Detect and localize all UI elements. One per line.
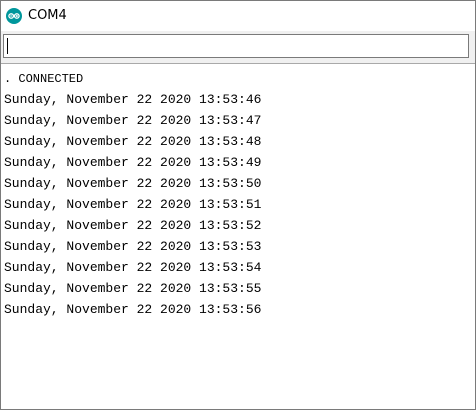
serial-output[interactable]: . CONNECTED Sunday, November 22 2020 13:…	[1, 65, 475, 409]
output-line: Sunday, November 22 2020 13:53:52	[4, 218, 262, 233]
output-line: Sunday, November 22 2020 13:53:51	[4, 197, 262, 212]
serial-input[interactable]	[3, 34, 469, 58]
title-bar[interactable]: COM4	[1, 1, 475, 31]
output-line: Sunday, November 22 2020 13:53:48	[4, 134, 262, 149]
output-line: Sunday, November 22 2020 13:53:55	[4, 281, 262, 296]
text-caret	[7, 38, 8, 54]
output-line: Sunday, November 22 2020 13:53:56	[4, 302, 262, 317]
output-line: Sunday, November 22 2020 13:53:46	[4, 92, 262, 107]
window-title: COM4	[28, 8, 67, 23]
output-line: Sunday, November 22 2020 13:53:49	[4, 155, 262, 170]
output-line: Sunday, November 22 2020 13:53:53	[4, 239, 262, 254]
send-bar	[1, 31, 475, 64]
serial-monitor-window: COM4 . CONNECTED Sunday, November 22 202…	[0, 0, 476, 410]
output-line: Sunday, November 22 2020 13:53:54	[4, 260, 262, 275]
output-line: . CONNECTED	[4, 72, 84, 86]
output-line: Sunday, November 22 2020 13:53:50	[4, 176, 262, 191]
output-line: Sunday, November 22 2020 13:53:47	[4, 113, 262, 128]
arduino-icon	[6, 8, 22, 24]
